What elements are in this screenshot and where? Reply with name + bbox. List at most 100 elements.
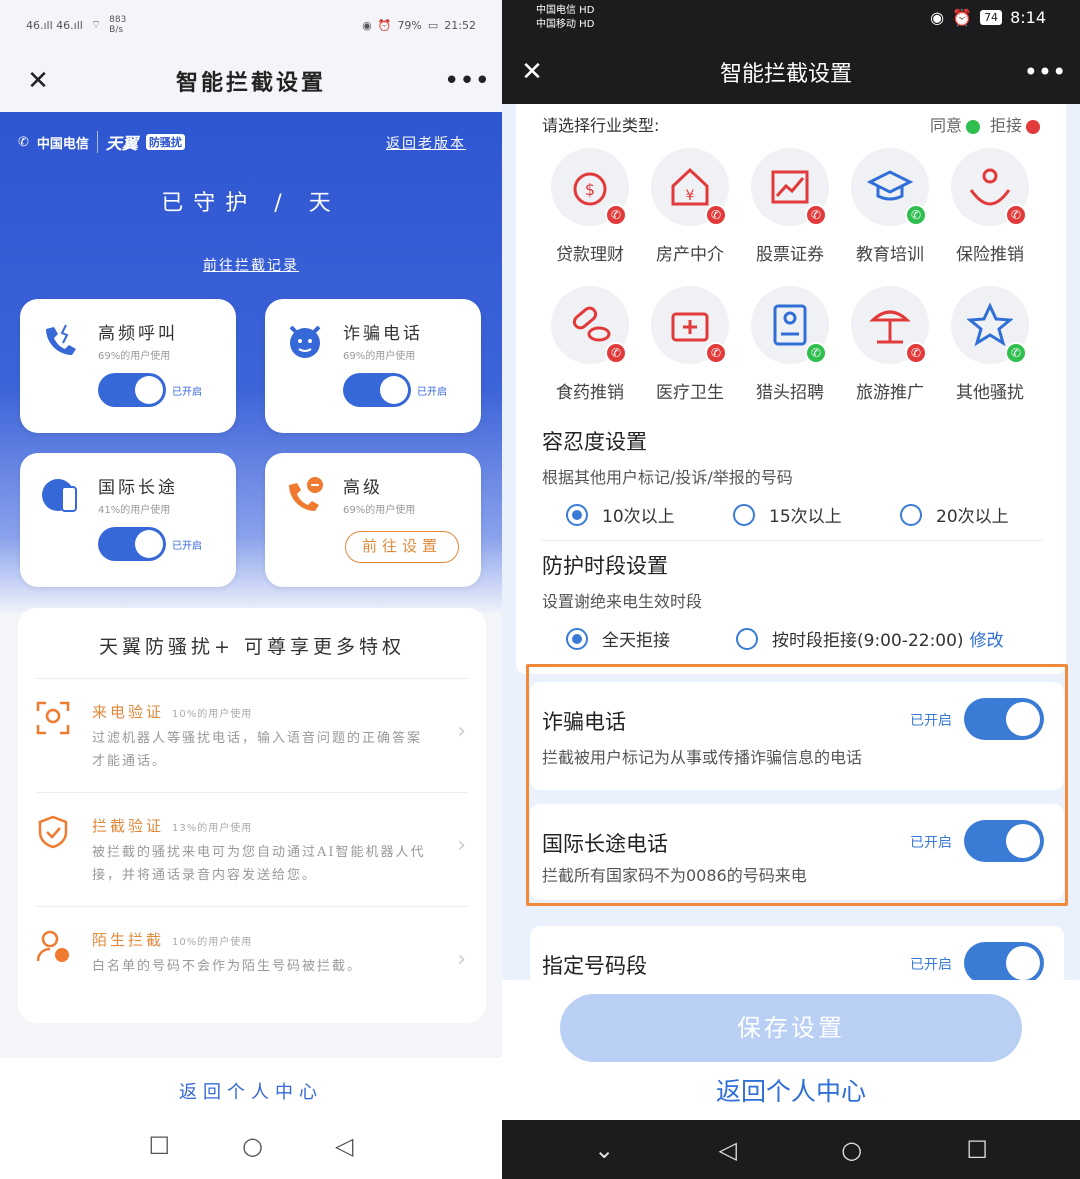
clock: 21:52 (444, 18, 476, 32)
privilege-desc: 被拦截的骚扰来电可为您自动通过AI智能机器人代接，并将通话录音内容发送给您。 (92, 845, 426, 883)
back-to-profile-link[interactable]: 返回个人中心 (502, 1072, 1080, 1108)
recent-apps-icon[interactable]: ☐ (966, 1136, 988, 1164)
agree-phone-icon: ✆ (905, 204, 927, 226)
face-scan-icon (36, 701, 70, 735)
international-toggle[interactable] (98, 527, 166, 561)
industry-item[interactable]: ✆ 食药推销 (540, 286, 640, 403)
industry-item[interactable]: ✆ 教育培训 (840, 148, 940, 265)
back-icon[interactable]: ◁ (335, 1132, 353, 1160)
back-icon[interactable]: ◁ (718, 1136, 736, 1164)
privileges-title: 天翼防骚扰+ 可尊享更多特权 (99, 636, 405, 658)
alarm-icon: ⏰ (952, 8, 973, 27)
tolerance-option-15[interactable]: 15次以上 (733, 502, 842, 527)
phone-block-icon (289, 477, 323, 511)
brand-logo: ✆ 中国电信 天翼 防骚扰 (18, 130, 185, 154)
status-bar: 46.ıll 46.ıll ⌔ 883 B/s ◉ ⏰ 79% ▭ 21:52 (0, 0, 502, 50)
feature-title: 指定号码段 (542, 954, 647, 978)
tolerance-option-10[interactable]: 10次以上 (566, 502, 675, 527)
industry-name: 其他骚扰 (956, 383, 1024, 403)
option-label: 10次以上 (602, 507, 675, 527)
privilege-item[interactable]: 陌生拦截 10%的用户使用 白名单的号码不会作为陌生号码被拦截。 › (36, 906, 468, 1016)
period-option-all-day[interactable]: 全天拒接 (566, 626, 670, 651)
devil-face-icon (289, 325, 321, 358)
goto-settings-button[interactable]: 前往设置 (345, 531, 459, 563)
privilege-usage: 10%的用户使用 (172, 937, 253, 948)
close-icon[interactable]: ✕ (502, 57, 562, 87)
product-badge: 防骚扰 (145, 134, 185, 150)
goto-records-link[interactable]: 前往拦截记录 (0, 255, 502, 275)
option-label: 全天拒接 (602, 631, 670, 651)
industry-item[interactable]: ✆ 医疗卫生 (640, 286, 740, 403)
industry-name: 食药推销 (556, 383, 624, 403)
more-icon[interactable]: ••• (1010, 58, 1080, 86)
industry-item[interactable]: $ ✆ 贷款理财 (540, 148, 640, 265)
industry-item[interactable]: ✆ 猎头招聘 (740, 286, 840, 403)
option-label: 按时段拒接(9:00-22:00) (772, 631, 964, 651)
privilege-item[interactable]: 来电验证 10%的用户使用 过滤机器人等骚扰电话，输入语音问题的正确答案才能通话。… (36, 678, 468, 788)
high-frequency-toggle[interactable] (98, 373, 166, 407)
back-to-profile-link[interactable]: 返回个人中心 (0, 1078, 502, 1104)
close-icon[interactable]: ✕ (18, 66, 58, 96)
battery-icon: ▭ (427, 18, 439, 32)
industry-name: 房产中介 (656, 245, 724, 265)
card-high-frequency: 高频呼叫 69%的用户使用 已开启 (20, 299, 236, 433)
recent-apps-icon[interactable]: ☐ (149, 1132, 171, 1160)
reject-phone-icon: ✆ (805, 204, 827, 226)
left-screen: 46.ıll 46.ıll ⌔ 883 B/s ◉ ⏰ 79% ▭ 21:52 … (0, 0, 502, 1179)
industry-legend: 同意 拒接 (930, 112, 1040, 136)
industry-item[interactable]: ✆ 股票证券 (740, 148, 840, 265)
old-version-link[interactable]: 返回老版本 (386, 133, 466, 153)
radio-icon (900, 503, 922, 526)
battery-level: 79% (397, 18, 422, 32)
more-icon[interactable]: ••• (444, 66, 490, 96)
privilege-name: 来电验证 (92, 703, 165, 721)
tolerance-title: 容忍度设置 (542, 430, 647, 454)
card-usage: 69%的用户使用 (343, 505, 416, 516)
chevron-right-icon: › (457, 833, 466, 858)
card-name: 诈骗电话 (343, 324, 423, 344)
user-question-icon (36, 930, 69, 962)
privilege-desc: 白名单的号码不会作为陌生号码被拦截。 (92, 959, 363, 974)
chevron-down-icon[interactable]: ⌄ (594, 1136, 614, 1164)
privileges-panel: 天翼防骚扰+ 可尊享更多特权 来电验证 10%的用户使用 过滤机器人等骚扰电话，输… (18, 608, 486, 1023)
resume-icon (773, 304, 807, 346)
radio-icon (733, 503, 755, 526)
home-icon[interactable]: ○ (841, 1136, 862, 1164)
industry-item[interactable]: ✆ 旅游推广 (840, 286, 940, 403)
privilege-item[interactable]: 拦截验证 13%的用户使用 被拦截的骚扰来电可为您自动通过AI智能机器人代接，并将… (36, 792, 468, 902)
nav-bar: ✕ 智能拦截设置 ••• (502, 50, 1080, 94)
industry-item[interactable]: ✆ 保险推销 (940, 148, 1040, 265)
period-desc: 设置谢绝来电生效时段 (542, 592, 703, 611)
beach-umbrella-icon (869, 310, 911, 344)
edit-period-link[interactable]: 修改 (970, 626, 1004, 651)
industry-icon-wrap: ✆ (751, 286, 829, 364)
agree-dot-icon (965, 119, 980, 134)
carrier-1: 中国电信 HD (536, 5, 595, 16)
card-name: 高频呼叫 (98, 324, 178, 344)
medicine-pills-icon (572, 306, 611, 342)
net-speed: 883 B/s (109, 15, 127, 35)
privilege-desc: 过滤机器人等骚扰电话，输入语音问题的正确答案才能通话。 (92, 731, 423, 769)
svg-text:¥: ¥ (686, 188, 695, 204)
telecom-logo-icon: ✆ (18, 134, 29, 150)
number-range-toggle[interactable] (964, 942, 1044, 984)
option-label: 15次以上 (769, 507, 842, 527)
industry-name: 医疗卫生 (656, 383, 724, 403)
feature-state: 已开启 (910, 957, 952, 973)
home-icon[interactable]: ○ (242, 1132, 263, 1160)
reject-label: 拒接 (989, 116, 1022, 135)
tolerance-option-20[interactable]: 20次以上 (900, 502, 1009, 527)
save-settings-button[interactable]: 保存设置 (560, 994, 1022, 1062)
reject-phone-icon: ✆ (1005, 204, 1027, 226)
industry-item[interactable]: ✆ 其他骚扰 (940, 286, 1040, 403)
right-screen: 中国电信 HD 中国移动 HD ◉ ⏰ 74 8:14 ✕ 智能拦截设置 •••… (502, 0, 1080, 1179)
card-international: 国际长途 41%的用户使用 已开启 (20, 453, 236, 587)
industry-item[interactable]: ¥ ✆ 房产中介 (640, 148, 740, 265)
fraud-toggle[interactable] (343, 373, 411, 407)
bottom-area (0, 1058, 502, 1179)
reject-dot-icon (1026, 119, 1040, 134)
period-option-time-range[interactable]: 按时段拒接(9:00-22:00) 修改 (736, 626, 1004, 651)
industry-name: 教育培训 (856, 245, 924, 265)
industry-icon-wrap: ✆ (751, 148, 829, 226)
shield-check-icon (38, 815, 68, 849)
